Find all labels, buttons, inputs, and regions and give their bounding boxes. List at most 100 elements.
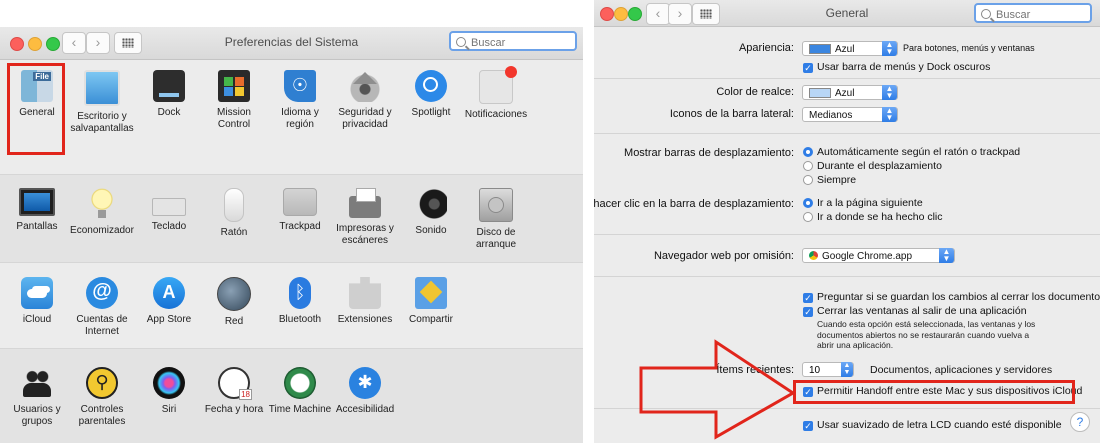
pref-pane-trackpad[interactable]: Trackpad <box>266 188 334 233</box>
pref-pane-keyboard[interactable]: Teclado <box>135 188 203 233</box>
pref-pane-label: Seguridad y privacidad <box>338 107 392 130</box>
popup-arrows-icon: ▲ ▼ <box>841 362 853 377</box>
highlight-color-label: Color de realce: <box>716 86 794 98</box>
pref-pane-label: Usuarios y grupos <box>13 404 61 427</box>
pref-pane-extensions[interactable]: Extensiones <box>331 277 399 326</box>
click-jump-radio[interactable]: Ir a donde se ha hecho clic <box>803 211 943 223</box>
pref-pane-label: Notificaciones <box>464 109 528 120</box>
notifications-icon <box>479 66 517 104</box>
pref-pane-label: iCloud <box>22 314 52 325</box>
checkmark-icon: ✓ <box>803 63 813 73</box>
pref-pane-sharing[interactable]: Compartir <box>397 277 465 326</box>
radio-icon <box>803 212 813 222</box>
pref-pane-displays[interactable]: Pantallas <box>3 188 71 233</box>
pref-pane-users[interactable]: Usuarios y grupos <box>3 367 71 428</box>
divider <box>594 276 1100 277</box>
mission-control-icon <box>218 70 250 102</box>
divider <box>594 234 1100 235</box>
keyboard-icon <box>152 198 186 216</box>
pref-pane-parental-controls[interactable]: Controles parentales <box>68 367 136 428</box>
lcd-smoothing-checkbox[interactable]: ✓ Usar suavizado de letra LCD cuando esté… <box>803 419 1062 431</box>
radio-selected-icon <box>803 198 813 208</box>
pref-pane-energy-saver[interactable]: Economizador <box>68 188 136 237</box>
pref-pane-date-time[interactable]: Fecha y hora <box>200 367 268 416</box>
pref-pane-icloud[interactable]: iCloud <box>3 277 71 326</box>
parental-controls-icon <box>86 367 118 399</box>
radio-icon <box>803 175 813 185</box>
pref-pane-mouse[interactable]: Ratón <box>200 188 268 239</box>
pref-pane-label: Economizador <box>70 225 134 236</box>
appearance-note: Para botones, menús y ventanas <box>903 43 1035 53</box>
dark-menu-checkbox[interactable]: ✓ Usar barra de menús y Dock oscuros <box>803 61 990 73</box>
checkmark-icon: ✓ <box>803 307 813 317</box>
search-icon <box>981 9 991 19</box>
help-button[interactable]: ? <box>1070 412 1090 432</box>
pref-pane-sound[interactable]: Sonido <box>397 188 465 237</box>
click-next-page-radio[interactable]: Ir a la página siguiente <box>803 197 923 209</box>
close-windows-checkbox[interactable]: ✓ Cerrar las ventanas al salir de una apl… <box>803 305 1027 317</box>
sound-icon <box>415 188 447 220</box>
pref-pane-dock[interactable]: Dock <box>135 70 203 119</box>
default-browser-popup[interactable]: Google Chrome.app ▲ ▼ <box>802 248 955 263</box>
search-field[interactable] <box>449 31 577 51</box>
pref-pane-desktop[interactable]: Escritorio y salvapantallas <box>68 70 136 135</box>
pref-pane-siri[interactable]: Siri <box>135 367 203 416</box>
radio-selected-icon <box>803 147 813 157</box>
language-icon <box>284 70 316 102</box>
pref-pane-label: Trackpad <box>279 221 321 232</box>
recent-items-popup[interactable]: 10 ▲ ▼ <box>802 362 854 377</box>
pref-pane-label: Impresoras y escáneres <box>336 223 394 246</box>
popup-arrows-icon: ▲ ▼ <box>939 248 954 263</box>
popup-arrows-icon: ▲ ▼ <box>882 41 897 56</box>
search-input[interactable] <box>996 9 1090 21</box>
pref-pane-label: Controles parentales <box>78 404 126 427</box>
search-field[interactable] <box>974 3 1092 23</box>
siri-icon <box>153 367 185 399</box>
divider <box>594 408 1100 409</box>
search-input[interactable] <box>471 37 575 49</box>
spotlight-icon <box>415 70 447 102</box>
pref-pane-mission-control[interactable]: Mission Control <box>200 70 268 131</box>
users-icon <box>21 367 53 399</box>
scroll-during-radio[interactable]: Durante el desplazamiento <box>803 160 942 172</box>
chrome-icon <box>809 251 818 260</box>
highlight-color-value: Azul <box>835 88 855 99</box>
default-browser-value: Google Chrome.app <box>822 251 913 262</box>
trackpad-icon <box>283 188 317 216</box>
pref-pane-label: Dock <box>157 107 181 118</box>
pref-pane-label: Teclado <box>151 221 187 232</box>
pref-pane-label: Idioma y región <box>281 107 319 130</box>
scroll-auto-radio[interactable]: Automáticamente según el ratón o trackpa… <box>803 146 1020 158</box>
checkmark-icon: ✓ <box>803 421 813 431</box>
scroll-click-label: Al hacer clic en la barra de desplazamie… <box>594 198 794 210</box>
pref-pane-internet-accounts[interactable]: Cuentas de Internet <box>68 277 136 338</box>
sidebar-icons-popup[interactable]: Medianos ▲ ▼ <box>802 107 898 122</box>
popup-arrows-icon: ▲ ▼ <box>882 85 897 100</box>
sidebar-icons-value: Medianos <box>809 110 853 121</box>
highlight-color-popup[interactable]: Azul ▲ ▼ <box>802 85 898 100</box>
pref-pane-accessibility[interactable]: Accesibilidad <box>331 367 399 416</box>
pref-pane-label: Escritorio y salvapantallas <box>70 111 134 134</box>
pref-pane-app-store[interactable]: App Store <box>135 277 203 326</box>
pref-pane-notifications[interactable]: Notificaciones <box>462 66 530 121</box>
pref-pane-security[interactable]: Seguridad y privacidad <box>331 70 399 131</box>
search-icon <box>456 37 466 47</box>
ask-save-checkbox[interactable]: ✓ Preguntar si se guardan los cambios al … <box>803 291 1100 303</box>
pref-pane-language[interactable]: Idioma y región <box>266 70 334 131</box>
appearance-popup[interactable]: Azul ▲ ▼ <box>802 41 898 56</box>
pref-pane-network[interactable]: Red <box>200 277 268 328</box>
pref-pane-label: Ratón <box>220 227 248 238</box>
pref-pane-time-machine[interactable]: Time Machine <box>266 367 334 416</box>
accessibility-icon <box>349 367 381 399</box>
appearance-label: Apariencia: <box>738 42 794 54</box>
printer-icon <box>349 188 381 218</box>
pref-pane-startup-disk[interactable]: Disco de arranque <box>462 188 530 251</box>
default-browser-label: Navegador web por omisión: <box>653 250 794 262</box>
pref-pane-label: Bluetooth <box>278 314 322 325</box>
pref-pane-spotlight[interactable]: Spotlight <box>397 70 465 119</box>
pref-pane-bluetooth[interactable]: Bluetooth <box>266 277 334 326</box>
pref-pane-printer[interactable]: Impresoras y escáneres <box>331 188 399 247</box>
pref-pane-label: Siri <box>161 404 177 415</box>
scroll-always-radio[interactable]: Siempre <box>803 174 856 186</box>
time-machine-icon <box>284 367 316 399</box>
